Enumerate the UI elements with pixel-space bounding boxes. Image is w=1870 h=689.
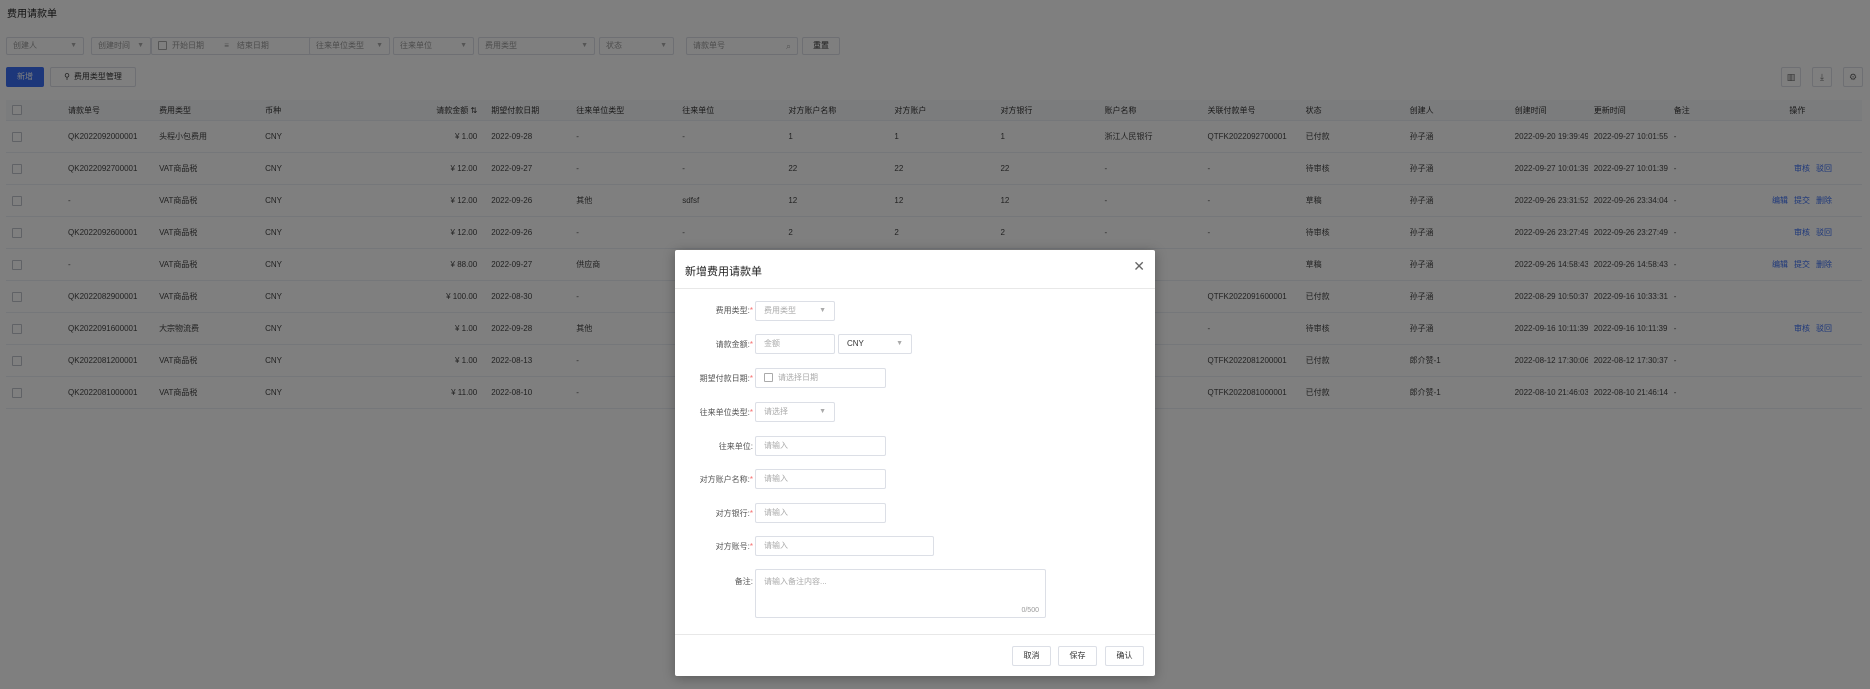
cp-type-field-label: 往来单位类型:* <box>699 408 753 417</box>
amount-field[interactable]: 金额 <box>755 334 835 354</box>
cp-field[interactable]: 请输入 <box>755 436 886 456</box>
chevron-down-icon: ▼ <box>819 307 826 314</box>
cancel-button[interactable]: 取消 <box>1012 646 1051 666</box>
close-icon[interactable]: ✕ <box>1133 258 1145 275</box>
acct-field-label: 对方账号:* <box>715 542 753 551</box>
modal-header-divider <box>675 288 1155 289</box>
chevron-down-icon: ▼ <box>896 340 903 347</box>
acct-name-field-placeholder: 请输入 <box>764 474 788 483</box>
pay-date-field[interactable]: 请选择日期 <box>755 368 886 388</box>
chevron-down-icon: ▼ <box>819 408 826 415</box>
cp-type-field[interactable]: 请选择 ▼ <box>755 402 835 422</box>
confirm-button[interactable]: 确认 <box>1105 646 1144 666</box>
cp-field-placeholder: 请输入 <box>764 441 788 450</box>
cp-type-field-placeholder: 请选择 <box>764 407 788 416</box>
amount-field-placeholder: 金额 <box>764 339 780 348</box>
currency-select[interactable]: CNY ▼ <box>838 334 912 354</box>
currency-select-value: CNY <box>847 339 864 348</box>
fee-type-field-placeholder: 费用类型 <box>764 306 796 315</box>
fee-type-field[interactable]: 费用类型 ▼ <box>755 301 835 321</box>
pay-date-field-label: 期望付款日期:* <box>699 374 753 383</box>
acct-field[interactable]: 请输入 <box>755 536 934 556</box>
remark-field[interactable]: 请输入备注内容... 0/500 <box>755 569 1046 618</box>
remark-field-label: 备注: <box>734 577 753 586</box>
modal-footer-divider <box>675 634 1155 635</box>
cp-field-label: 往来单位: <box>718 442 753 451</box>
bank-field-placeholder: 请输入 <box>764 508 788 517</box>
add-request-modal: 新增费用请款单 ✕ 费用类型:* 费用类型 ▼ 请款金额:* 金额 CNY ▼ 期望… <box>675 250 1155 676</box>
calendar-icon <box>764 373 773 383</box>
pay-date-field-placeholder: 请选择日期 <box>778 373 818 382</box>
acct-name-field-label: 对方账户名称:* <box>699 475 753 484</box>
bank-field-label: 对方银行:* <box>715 509 753 518</box>
remark-field-placeholder: 请输入备注内容... <box>764 577 827 586</box>
fee-type-field-label: 费用类型:* <box>715 306 753 315</box>
modal-title: 新增费用请款单 <box>685 266 762 278</box>
acct-name-field[interactable]: 请输入 <box>755 469 886 489</box>
acct-field-placeholder: 请输入 <box>764 541 788 550</box>
bank-field[interactable]: 请输入 <box>755 503 886 523</box>
amount-field-label: 请款金额:* <box>715 340 753 349</box>
save-button[interactable]: 保存 <box>1058 646 1097 666</box>
remark-counter: 0/500 <box>1021 607 1039 614</box>
